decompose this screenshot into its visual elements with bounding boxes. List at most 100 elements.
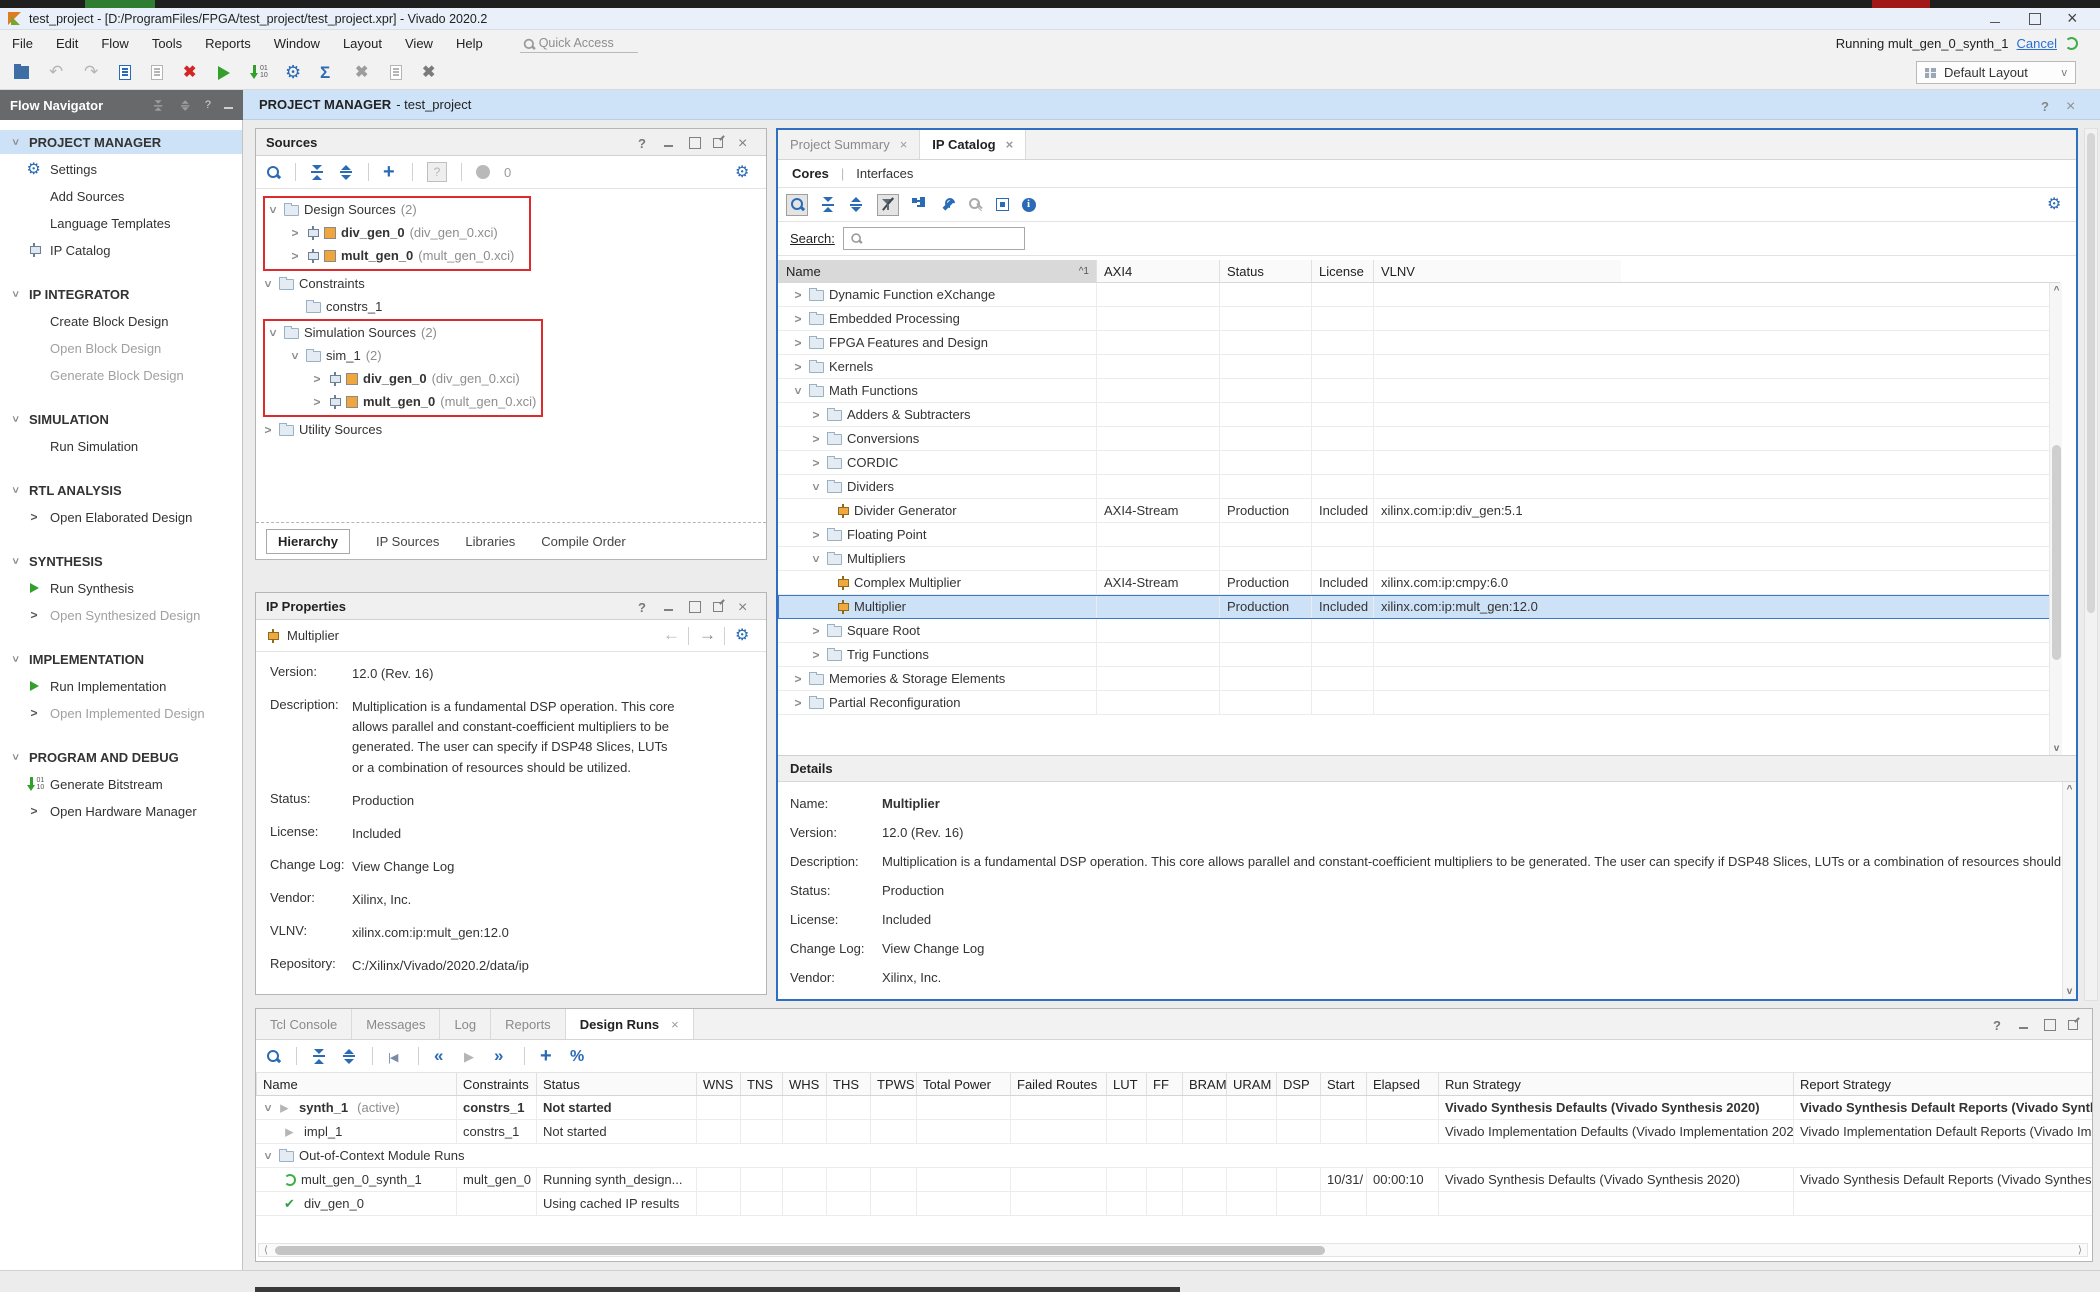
tab-reports[interactable]: Reports: [491, 1009, 566, 1039]
back-icon[interactable]: [663, 628, 678, 643]
tree-item-mult-gen-0[interactable]: mult_gen_0 (mult_gen_0.xci): [267, 244, 525, 267]
expander-icon[interactable]: [261, 1102, 275, 1114]
scroll-up-icon[interactable]: ^: [2050, 285, 2063, 296]
resource-utilization-icon[interactable]: [570, 1049, 585, 1064]
expander-icon[interactable]: [792, 696, 804, 710]
column-header[interactable]: Name: [256, 1073, 456, 1095]
tree-item-simulation-sources[interactable]: Simulation Sources (2): [267, 321, 537, 344]
tab-hierarchy[interactable]: Hierarchy: [266, 529, 350, 554]
catalog-row-embedded-processing[interactable]: Embedded Processing: [778, 307, 2060, 331]
sidebar-item-create-block-design[interactable]: Create Block Design: [0, 309, 242, 333]
sidebar-item-run-synthesis[interactable]: Run Synthesis: [0, 576, 242, 600]
report-icon[interactable]: [119, 65, 131, 80]
scrollbar-thumb[interactable]: [275, 1246, 1325, 1255]
view-change-log-link[interactable]: View Change Log: [352, 857, 682, 877]
help-icon[interactable]: [638, 600, 650, 612]
run-row-impl-1[interactable]: impl_1 constrs_1 Not started Vivado Impl…: [256, 1120, 2092, 1144]
catalog-row-kernels[interactable]: Kernels: [778, 355, 2060, 379]
search-icon[interactable]: [266, 1049, 281, 1064]
chevron-right-icon[interactable]: >: [26, 608, 42, 622]
menu-tools[interactable]: Tools: [152, 36, 182, 51]
help-icon[interactable]: [1993, 1018, 2005, 1030]
run-row-ooc-group[interactable]: Out-of-Context Module Runs: [256, 1144, 2092, 1168]
expander-icon[interactable]: [289, 226, 301, 240]
column-header-license[interactable]: License: [1311, 260, 1373, 282]
sidebar-item-ip-integrator[interactable]: IP INTEGRATOR: [0, 282, 242, 306]
layout-selector-dropdown[interactable]: Default Layout v: [1916, 61, 2076, 84]
help-icon[interactable]: [2041, 99, 2053, 111]
expander-icon[interactable]: [266, 204, 280, 216]
tab-tcl-console[interactable]: Tcl Console: [256, 1009, 352, 1039]
sidebar-item-project-manager[interactable]: PROJECT MANAGER: [0, 130, 242, 154]
scroll-up-icon[interactable]: ^: [2063, 784, 2076, 795]
tree-item-sim-1[interactable]: sim_1 (2): [267, 344, 537, 367]
step-forward-icon[interactable]: [494, 1049, 509, 1064]
close-tab-icon[interactable]: ×: [671, 1017, 679, 1032]
float-panel-icon[interactable]: [713, 600, 725, 612]
catalog-row-dividers[interactable]: Dividers: [778, 475, 2060, 499]
info-icon[interactable]: [1022, 198, 1036, 212]
menu-file[interactable]: File: [12, 36, 33, 51]
quick-access-search[interactable]: Quick Access: [520, 34, 638, 53]
column-header[interactable]: URAM: [1226, 1073, 1276, 1095]
maximize-panel-icon[interactable]: [2043, 1018, 2055, 1030]
run-row-div-gen-0[interactable]: div_gen_0 Using cached IP results: [256, 1192, 2092, 1216]
workspace-scrollbar[interactable]: [2084, 128, 2098, 1001]
scroll-down-icon[interactable]: v: [2063, 986, 2076, 997]
settings-icon[interactable]: [285, 65, 300, 80]
open-project-icon[interactable]: [14, 66, 29, 79]
generate-bitstream-icon[interactable]: 0110: [250, 65, 265, 80]
expander-icon[interactable]: [809, 553, 823, 565]
tab-log[interactable]: Log: [440, 1009, 491, 1039]
maximize-panel-icon[interactable]: [688, 600, 700, 612]
undo-icon[interactable]: [49, 65, 64, 80]
sidebar-item-run-implementation[interactable]: Run Implementation: [0, 674, 242, 698]
expander-icon[interactable]: [810, 408, 822, 422]
collapse-all-icon[interactable]: [310, 165, 325, 180]
chevron-right-icon[interactable]: >: [26, 804, 42, 818]
catalog-row-multiplier-selected[interactable]: Multiplier ProductionIncludedxilinx.com:…: [778, 595, 2060, 619]
column-header-name[interactable]: Name^1: [778, 260, 1096, 282]
scroll-down-icon[interactable]: v: [2050, 743, 2063, 754]
expand-all-icon[interactable]: [342, 1049, 357, 1064]
column-header[interactable]: Elapsed: [1366, 1073, 1438, 1095]
tree-item-sim-mult-gen-0[interactable]: mult_gen_0 (mult_gen_0.xci): [267, 390, 537, 413]
tree-item-utility-sources[interactable]: Utility Sources: [262, 418, 762, 441]
detail-change-log-link[interactable]: View Change Log: [882, 941, 984, 956]
tree-item-constraints[interactable]: Constraints: [262, 272, 762, 295]
gear-icon[interactable]: [2047, 197, 2062, 212]
ip-properties-header[interactable]: IP Properties: [256, 593, 766, 620]
redo-icon[interactable]: [84, 65, 99, 80]
column-header[interactable]: THS: [826, 1073, 870, 1095]
sources-panel-header[interactable]: Sources: [256, 129, 766, 156]
menu-view[interactable]: View: [405, 36, 433, 51]
column-header[interactable]: BRAM: [1182, 1073, 1226, 1095]
expander-icon[interactable]: [262, 423, 274, 437]
catalog-row-divider-generator[interactable]: Divider Generator AXI4-StreamProductionI…: [778, 499, 2060, 523]
expander-icon[interactable]: [809, 481, 823, 493]
expander-icon[interactable]: [810, 648, 822, 662]
cancel-run-link[interactable]: Cancel: [2017, 36, 2057, 51]
column-header[interactable]: Run Strategy: [1438, 1073, 1793, 1095]
catalog-row-conversions[interactable]: Conversions: [778, 427, 2060, 451]
menu-flow[interactable]: Flow: [101, 36, 128, 51]
gear-icon[interactable]: [735, 628, 750, 643]
expander-icon[interactable]: [810, 528, 822, 542]
sidebar-item-program-and-debug[interactable]: PROGRAM AND DEBUG: [0, 745, 242, 769]
catalog-row-adders-subtracters[interactable]: Adders & Subtracters: [778, 403, 2060, 427]
sidebar-item-rtl-analysis[interactable]: RTL ANALYSIS: [0, 478, 242, 502]
minimize-panel-icon[interactable]: [223, 100, 233, 110]
close-tab-icon[interactable]: ×: [1006, 137, 1014, 152]
column-header-vlnv[interactable]: VLNV: [1373, 260, 1621, 282]
expand-all-icon[interactable]: [339, 165, 354, 180]
filter-button[interactable]: [877, 194, 899, 216]
expander-icon[interactable]: [810, 432, 822, 446]
expander-icon[interactable]: [791, 385, 805, 397]
catalog-row-memories-storage[interactable]: Memories & Storage Elements: [778, 667, 2060, 691]
gear-icon[interactable]: [735, 165, 750, 180]
group-by-hierarchy-icon[interactable]: [912, 197, 927, 212]
minimize-panel-icon[interactable]: [663, 136, 675, 148]
expander-icon[interactable]: [261, 1150, 275, 1162]
go-to-first-icon[interactable]: [388, 1049, 403, 1064]
create-run-icon[interactable]: [540, 1049, 555, 1064]
